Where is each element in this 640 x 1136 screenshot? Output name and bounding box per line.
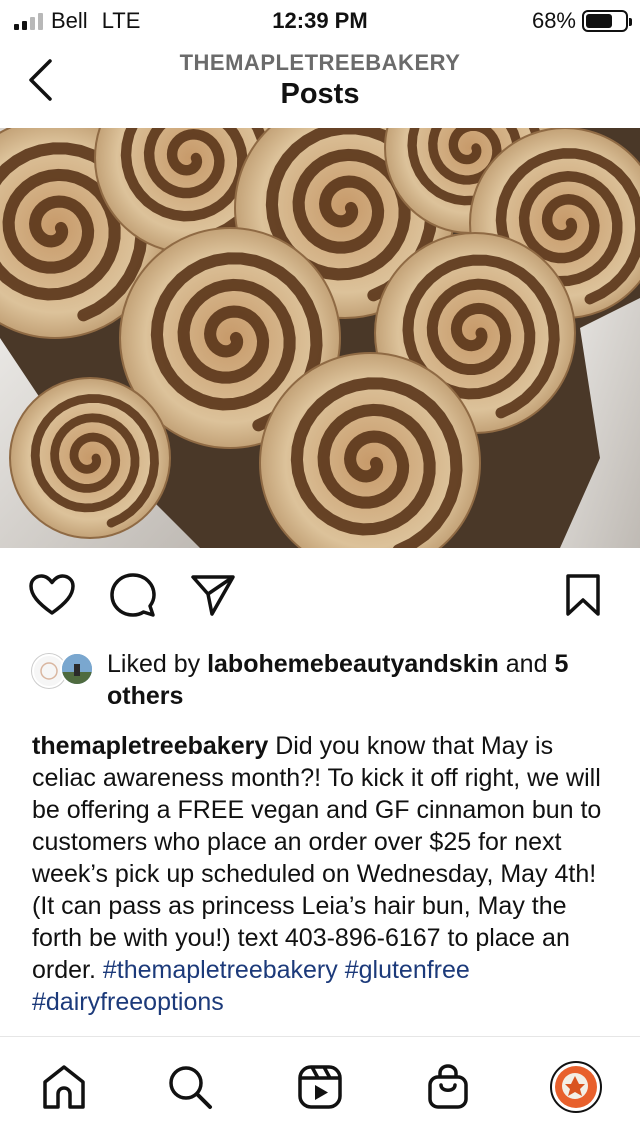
home-icon xyxy=(43,1065,85,1109)
likes-row[interactable]: Liked by labohemebeautyandskin and 5 oth… xyxy=(32,648,622,718)
search-icon xyxy=(169,1066,212,1109)
bottom-tab-bar xyxy=(0,1036,640,1136)
hashtag[interactable]: #dairyfreeoptions xyxy=(32,988,224,1016)
shop-icon xyxy=(428,1064,468,1109)
tab-profile[interactable] xyxy=(548,1059,604,1115)
send-icon xyxy=(191,575,235,616)
hashtag[interactable]: #themapletreebakery xyxy=(103,956,338,984)
hashtag[interactable]: #glutenfree xyxy=(345,956,470,984)
post-caption: themapletreebakery Did you know that May… xyxy=(32,730,612,1036)
tab-home[interactable] xyxy=(36,1059,92,1115)
caption-username[interactable]: themapletreebakery xyxy=(32,732,268,760)
liker-avatars xyxy=(32,652,98,690)
liker-username[interactable]: labohemebeautyandskin xyxy=(207,650,499,678)
account-name[interactable]: THEMAPLETREEBAKERY xyxy=(0,50,640,76)
status-bar: Bell LTE 12:39 PM 68% xyxy=(0,0,640,40)
bookmark-icon xyxy=(566,574,600,616)
tab-reels[interactable] xyxy=(292,1059,348,1115)
profile-avatar xyxy=(550,1061,602,1113)
cinnamon-buns-photo xyxy=(0,128,640,548)
post-photo[interactable] xyxy=(0,128,640,548)
avatar xyxy=(60,652,94,686)
save-button[interactable] xyxy=(558,570,608,620)
reels-icon xyxy=(298,1065,342,1109)
tab-shop[interactable] xyxy=(420,1059,476,1115)
likes-summary[interactable]: Liked by labohemebeautyandskin and 5 oth… xyxy=(107,648,627,712)
status-right: 68% xyxy=(531,8,632,34)
post-action-bar xyxy=(0,570,640,624)
like-button[interactable] xyxy=(27,570,77,620)
share-button[interactable] xyxy=(188,570,238,620)
comment-button[interactable] xyxy=(108,570,158,620)
liked-by-prefix: Liked by xyxy=(107,650,201,678)
liked-by-joiner: and xyxy=(505,650,548,678)
comment-icon xyxy=(110,573,156,617)
heart-icon xyxy=(29,574,75,615)
page-title: Posts xyxy=(280,78,360,110)
nav-header: THEMAPLETREEBAKERY Posts xyxy=(0,40,640,128)
battery-percent: 68% xyxy=(531,8,576,33)
battery-icon xyxy=(582,10,632,32)
caption-text: Did you know that May is celiac awarenes… xyxy=(32,732,602,984)
tab-search[interactable] xyxy=(162,1059,218,1115)
